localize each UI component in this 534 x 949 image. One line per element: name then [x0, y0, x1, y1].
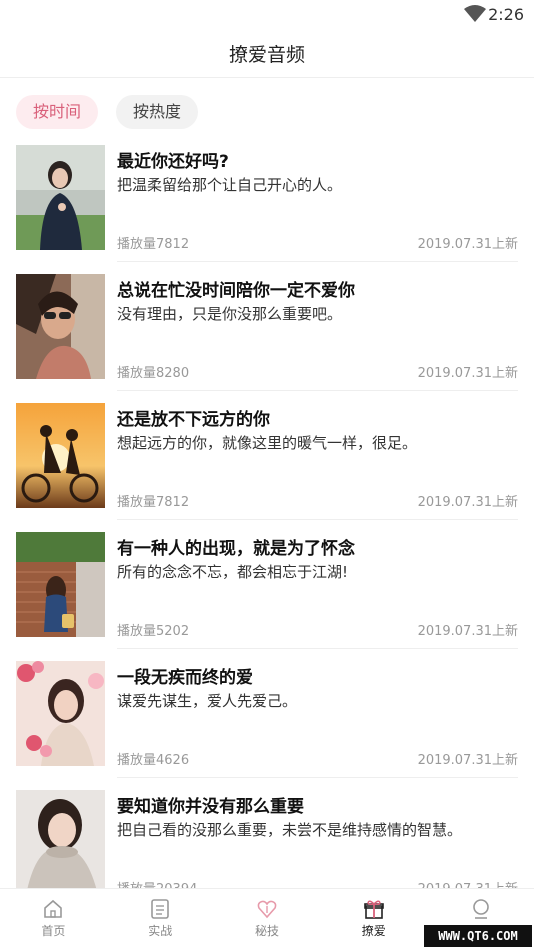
nav-practice-label: 实战: [148, 924, 173, 938]
item-title: 最近你还好吗?: [117, 152, 229, 172]
list-item[interactable]: 一段无疾而终的爱 谋爱先谋生，爱人先爱己。 播放量4626 2019.07.31…: [0, 661, 534, 790]
app-header: 撩爱音频: [0, 28, 534, 78]
audio-list: 最近你还好吗? 把温柔留给那个让自己开心的人。 播放量7812 2019.07.…: [0, 145, 534, 919]
divider: [117, 390, 518, 391]
play-count: 播放量5202: [117, 624, 190, 639]
divider: [117, 777, 518, 778]
item-title: 还是放不下远方的你: [117, 410, 270, 430]
item-subtitle: 想起远方的你，就像这里的暖气一样，很足。: [117, 434, 418, 452]
nav-tips[interactable]: 秘技: [214, 889, 321, 949]
item-title: 有一种人的出现，就是为了怀念: [117, 539, 355, 559]
release-date: 2019.07.31上新: [417, 753, 518, 768]
page-title: 撩爱音频: [228, 44, 305, 66]
thumbnail-image: [16, 403, 105, 508]
item-subtitle: 谋爱先谋生，爱人先爱己。: [117, 692, 298, 710]
thumbnail-image: [16, 145, 105, 250]
nav-tips-label: 秘技: [254, 924, 279, 938]
nav-practice[interactable]: 实战: [107, 889, 214, 949]
list-icon: [151, 899, 169, 919]
item-subtitle: 把自己看的没那么重要，未尝不是维持感情的智慧。: [117, 821, 463, 839]
list-item[interactable]: 还是放不下远方的你 想起远方的你，就像这里的暖气一样，很足。 播放量7812 2…: [0, 403, 534, 532]
divider: [117, 648, 518, 649]
filter-by-popularity-button[interactable]: 按热度: [116, 95, 199, 129]
thumbnail-image: [16, 661, 105, 766]
status-time: 2:26: [488, 5, 524, 24]
play-count: 播放量8280: [117, 366, 190, 381]
thumbnail-image: [16, 790, 105, 895]
list-item[interactable]: 最近你还好吗? 把温柔留给那个让自己开心的人。 播放量7812 2019.07.…: [0, 145, 534, 274]
release-date: 2019.07.31上新: [417, 624, 518, 639]
thumbnail-image: [16, 532, 105, 637]
profile-icon: [472, 899, 489, 919]
play-count: 播放量7812: [117, 495, 190, 510]
watermark: WWW.QT6.COM: [424, 925, 532, 947]
release-date: 2019.07.31上新: [417, 495, 518, 510]
nav-flirt[interactable]: 撩爱: [320, 889, 427, 949]
item-title: 总说在忙没时间陪你一定不爱你: [117, 281, 355, 301]
item-subtitle: 没有理由，只是你没那么重要吧。: [117, 305, 343, 323]
release-date: 2019.07.31上新: [417, 237, 518, 252]
filter-by-time-button[interactable]: 按时间: [16, 95, 99, 129]
thumbnail-image: [16, 274, 105, 379]
nav-flirt-label: 撩爱: [361, 924, 386, 938]
heart-icon: [257, 900, 277, 919]
home-icon: [44, 899, 63, 918]
status-bar: 2:26: [0, 0, 534, 28]
item-subtitle: 把温柔留给那个让自己开心的人。: [117, 176, 343, 194]
list-item[interactable]: 总说在忙没时间陪你一定不爱你 没有理由，只是你没那么重要吧。 播放量8280 2…: [0, 274, 534, 403]
item-title: 要知道你并没有那么重要: [117, 797, 304, 817]
nav-home-label: 首页: [41, 924, 66, 938]
divider: [117, 519, 518, 520]
play-count: 播放量7812: [117, 237, 190, 252]
divider: [117, 261, 518, 262]
filter-tabs: 按时间 按热度: [16, 95, 199, 129]
wifi-icon: [464, 5, 486, 22]
nav-home[interactable]: 首页: [0, 889, 107, 949]
play-count: 播放量4626: [117, 753, 190, 768]
release-date: 2019.07.31上新: [417, 366, 518, 381]
list-item[interactable]: 有一种人的出现，就是为了怀念 所有的念念不忘，都会相忘于江湖! 播放量5202 …: [0, 532, 534, 661]
item-subtitle: 所有的念念不忘，都会相忘于江湖!: [117, 563, 349, 581]
item-title: 一段无疾而终的爱: [117, 668, 253, 688]
gift-icon: [363, 900, 384, 919]
